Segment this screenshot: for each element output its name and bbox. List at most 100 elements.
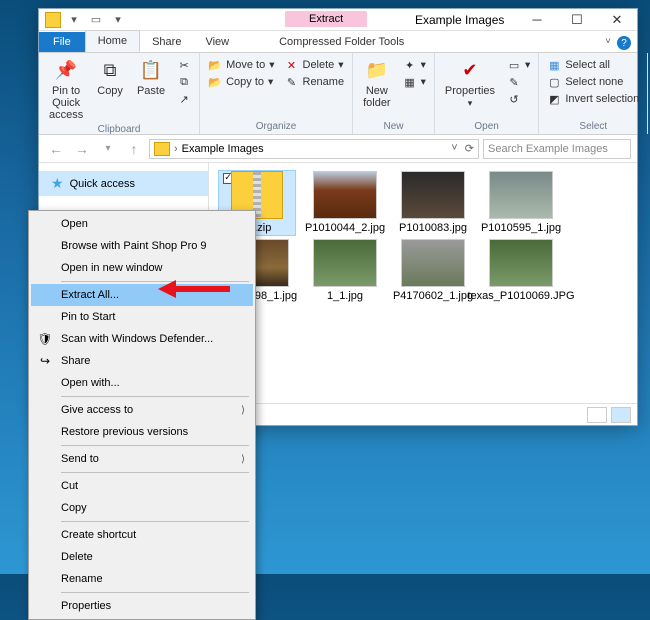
back-button[interactable]: ← — [45, 138, 67, 160]
select-all-button[interactable]: ▦Select all — [545, 57, 641, 73]
menu-item[interactable]: 🛡Scan with Windows Defender... — [31, 328, 253, 350]
moveto-icon: 📂 — [208, 58, 222, 72]
menu-item[interactable]: Restore previous versions — [31, 421, 253, 443]
file-item[interactable]: P1010044_2.jpg — [307, 171, 383, 235]
menu-item-label: Delete — [61, 551, 93, 563]
details-view-button[interactable] — [587, 407, 607, 423]
menu-separator — [61, 396, 249, 397]
properties-icon: ✔ — [458, 59, 482, 83]
tab-view[interactable]: View — [193, 32, 241, 52]
submenu-arrow-icon: ⟩ — [241, 454, 245, 465]
open-icon: ▭ — [507, 58, 521, 72]
maximize-button[interactable]: ☐ — [557, 9, 597, 31]
file-name: P1010044_2.jpg — [305, 222, 385, 235]
menu-item[interactable]: Delete — [31, 546, 253, 568]
cut-button[interactable]: ✂ — [175, 57, 193, 73]
qat-properties-icon[interactable]: ▭ — [87, 11, 105, 29]
tab-file[interactable]: File — [39, 32, 85, 52]
copy-to-button[interactable]: 📂Copy to ▾ — [206, 74, 276, 90]
file-view[interactable]: es.zipP1010044_2.jpgP1010083.jpgP1010595… — [209, 163, 637, 403]
menu-separator — [61, 592, 249, 593]
address-dropdown-icon[interactable]: ˅ — [451, 142, 457, 155]
menu-item[interactable]: Cut — [31, 475, 253, 497]
breadcrumb-path[interactable]: Example Images — [182, 143, 264, 155]
forward-button[interactable]: → — [71, 138, 93, 160]
menu-item[interactable]: Properties — [31, 595, 253, 617]
edit-icon: ✎ — [507, 75, 521, 89]
new-item-button[interactable]: ✦▾ — [401, 57, 428, 73]
image-thumbnail — [313, 171, 377, 219]
pin-to-quick-access-button[interactable]: 📌Pin to Quick access — [45, 57, 87, 123]
address-bar: ← → ▾ ↑ › Example Images ˅ ⟳ Search Exam… — [39, 135, 637, 163]
file-item[interactable]: P4170602_1.jpg — [395, 239, 471, 303]
file-item[interactable]: P1010595_1.jpg — [483, 171, 559, 235]
close-button[interactable]: ✕ — [597, 9, 637, 31]
menu-item[interactable]: Browse with Paint Shop Pro 9 — [31, 235, 253, 257]
tab-home[interactable]: Home — [85, 30, 140, 52]
help-icon[interactable]: ? — [617, 36, 631, 50]
history-button[interactable]: ↺ — [505, 91, 532, 107]
tab-tools-subtitle[interactable]: Compressed Folder Tools — [267, 32, 416, 52]
pin-icon: 📌 — [54, 59, 78, 83]
file-item[interactable]: P1010083.jpg — [395, 171, 471, 235]
delete-icon: ✕ — [285, 58, 299, 72]
menu-item[interactable]: Send to⟩ — [31, 448, 253, 470]
breadcrumb[interactable]: › Example Images ˅ ⟳ — [149, 139, 479, 159]
new-folder-button[interactable]: 📁New folder — [359, 57, 395, 111]
edit-button[interactable]: ✎ — [505, 74, 532, 90]
menu-item[interactable]: Open — [31, 213, 253, 235]
menu-item[interactable]: Rename — [31, 568, 253, 590]
tab-share[interactable]: Share — [140, 32, 193, 52]
paste-button[interactable]: 📋Paste — [133, 57, 169, 123]
sidebar-item-quick-access[interactable]: ★Quick access — [39, 171, 208, 196]
menu-item[interactable]: ↪Share — [31, 350, 253, 372]
contextual-tab-extract[interactable]: Extract — [285, 11, 367, 27]
invert-selection-button[interactable]: ◩Invert selection — [545, 91, 641, 107]
properties-button[interactable]: ✔Properties▾ — [441, 57, 499, 111]
search-input[interactable]: Search Example Images — [483, 139, 631, 159]
recent-dropdown[interactable]: ▾ — [97, 138, 119, 160]
menu-item-label: Give access to — [61, 404, 133, 416]
ribbon-collapse-icon[interactable]: ˅ — [605, 36, 611, 47]
file-item[interactable]: 1_1.jpg — [307, 239, 383, 303]
search-placeholder: Search Example Images — [488, 143, 608, 155]
refresh-icon[interactable]: ⟳ — [465, 142, 474, 155]
menu-item[interactable]: Give access to⟩ — [31, 399, 253, 421]
thumbnails-view-button[interactable] — [611, 407, 631, 423]
image-thumbnail — [401, 171, 465, 219]
move-to-button[interactable]: 📂Move to ▾ — [206, 57, 276, 73]
menu-item-label: Scan with Windows Defender... — [61, 333, 213, 345]
group-label-clipboard: Clipboard — [45, 123, 193, 135]
qat-overflow-icon[interactable]: ▾ — [109, 11, 127, 29]
select-none-button[interactable]: ▢Select none — [545, 74, 641, 90]
file-item[interactable]: texas_P1010069.JPG — [483, 239, 559, 303]
menu-separator — [61, 472, 249, 473]
menu-item[interactable]: Open in new window — [31, 257, 253, 279]
copy-button[interactable]: ⧉Copy — [93, 57, 127, 123]
invert-icon: ◩ — [547, 92, 561, 106]
new-folder-icon: 📁 — [365, 59, 389, 83]
menu-item[interactable]: Open with... — [31, 372, 253, 394]
open-button[interactable]: ▭▾ — [505, 57, 532, 73]
menu-item[interactable]: Pin to Start — [31, 306, 253, 328]
paste-shortcut-button[interactable]: ↗ — [175, 91, 193, 107]
qat-dropdown-icon[interactable]: ▾ — [65, 11, 83, 29]
file-name: P1010595_1.jpg — [481, 222, 561, 235]
path-icon: ⧉ — [177, 75, 191, 89]
up-button[interactable]: ↑ — [123, 138, 145, 160]
delete-button[interactable]: ✕Delete ▾ — [283, 57, 347, 73]
easy-access-button[interactable]: ▦▾ — [401, 74, 428, 90]
select-none-icon: ▢ — [547, 75, 561, 89]
menu-item[interactable]: Copy — [31, 497, 253, 519]
select-all-icon: ▦ — [547, 58, 561, 72]
menu-item-label: Open with... — [61, 377, 120, 389]
ribbon-group-select: ▦Select all ▢Select none ◩Invert selecti… — [539, 53, 648, 134]
scissors-icon: ✂ — [177, 58, 191, 72]
menu-item[interactable]: Create shortcut — [31, 524, 253, 546]
paste-icon: 📋 — [139, 59, 163, 83]
copy-path-button[interactable]: ⧉ — [175, 74, 193, 90]
file-name: P4170602_1.jpg — [393, 290, 473, 303]
rename-button[interactable]: ✎Rename — [283, 74, 347, 90]
menu-item-label: Create shortcut — [61, 529, 136, 541]
minimize-button[interactable]: ─ — [517, 9, 557, 31]
